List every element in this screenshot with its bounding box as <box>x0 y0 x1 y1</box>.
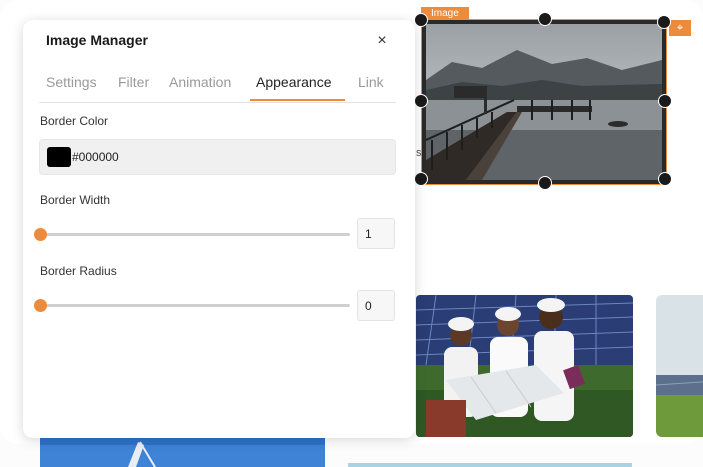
tab-settings[interactable]: Settings <box>46 72 97 100</box>
resize-handle-left[interactable] <box>415 95 427 107</box>
crosshair-icon: ⌖ <box>676 22 684 34</box>
border-width-slider-thumb[interactable] <box>34 228 47 241</box>
active-tab-indicator <box>250 99 345 101</box>
tab-animation[interactable]: Animation <box>169 72 231 100</box>
resize-handle-bottom-left[interactable] <box>415 173 427 185</box>
resize-handle-bottom[interactable] <box>539 177 551 189</box>
tab-filter[interactable]: Filter <box>118 72 149 100</box>
resize-handle-top-left[interactable] <box>415 14 427 26</box>
selected-image-pier[interactable] <box>421 19 667 185</box>
turbine-art <box>40 437 325 467</box>
border-radius-slider[interactable] <box>34 299 350 312</box>
photo-sky[interactable] <box>348 460 632 467</box>
editor-canvas: s Image ⌖ Image Manager × Settings Filte… <box>0 0 703 467</box>
panel-title: Image Manager <box>46 32 148 48</box>
close-button[interactable]: × <box>373 32 391 50</box>
resize-handle-top[interactable] <box>539 13 551 25</box>
engineers-photo-art <box>416 295 633 437</box>
tab-appearance[interactable]: Appearance <box>256 72 332 100</box>
border-width-input[interactable]: 1 <box>357 218 395 249</box>
border-width-slider[interactable] <box>34 228 350 241</box>
image-settings-button[interactable]: ⌖ <box>669 20 691 36</box>
pier-photo-art <box>422 20 666 184</box>
panel-tabs: Settings Filter Animation Appearance Lin… <box>39 72 396 103</box>
resize-handle-bottom-right[interactable] <box>659 173 671 185</box>
photo-wind-turbine[interactable] <box>40 437 325 467</box>
border-width-label: Border Width <box>40 193 111 207</box>
solar-field-art <box>656 295 703 437</box>
border-color-value[interactable]: #000000 <box>72 150 119 164</box>
resize-handle-right[interactable] <box>659 95 671 107</box>
photo-solar-field[interactable] <box>656 295 703 437</box>
photo-engineers-solar[interactable] <box>416 295 633 437</box>
resize-handle-top-right[interactable] <box>658 16 670 28</box>
sky-art <box>348 463 632 467</box>
border-radius-slider-thumb[interactable] <box>34 299 47 312</box>
border-color-swatch[interactable] <box>47 147 71 167</box>
border-color-label: Border Color <box>40 114 109 128</box>
border-radius-input[interactable]: 0 <box>357 290 395 321</box>
image-manager-panel: Image Manager × Settings Filter Animatio… <box>23 20 415 438</box>
close-icon: × <box>377 32 387 49</box>
border-color-field[interactable]: #000000 <box>39 139 396 175</box>
tab-link[interactable]: Link <box>358 72 384 100</box>
border-radius-label: Border Radius <box>40 264 117 278</box>
